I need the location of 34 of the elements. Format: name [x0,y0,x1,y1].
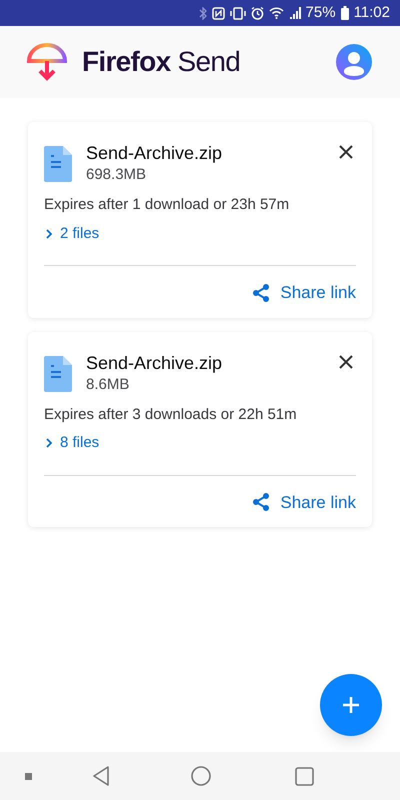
share-icon [252,493,270,512]
close-button[interactable] [338,354,354,370]
vibrate-icon [230,6,246,20]
share-icon [252,284,270,302]
app-title: Firefox Send [82,45,240,79]
files-toggle[interactable]: 2 files [46,222,100,245]
share-link[interactable]: Share link [252,490,356,515]
nfc-icon [212,6,225,20]
wifi-icon [268,7,284,19]
close-button[interactable] [338,144,354,160]
signal-icon [288,7,301,19]
avatar-icon[interactable] [336,44,372,80]
file-name: Send-Archive.zip [86,352,224,374]
share-link[interactable]: Share link [252,280,356,306]
plus-icon [342,696,360,714]
battery-level: 75% [306,2,336,23]
alarm-icon [250,6,264,20]
back-icon[interactable] [92,766,110,786]
file-size: 8.6MB [86,374,130,394]
file-size: 698.3MB [86,165,148,185]
chevron-icon [46,228,52,239]
document-icon [44,146,72,182]
clock: 11:02 [354,2,390,23]
chevron-icon [46,438,52,448]
logo-icon [26,41,68,83]
expiry-text: Expires after 1 download or 23h 57m [44,195,290,215]
bluetooth-icon [198,6,207,20]
expiry-text: Expires after 3 downloads or 22h 51m [44,404,298,424]
file-name: Send-Archive.zip [86,142,224,164]
recents-icon[interactable] [294,766,314,786]
files-toggle[interactable]: 8 files [46,432,100,454]
battery-icon [340,6,349,20]
document-icon [44,356,72,392]
home-icon[interactable] [191,766,211,786]
